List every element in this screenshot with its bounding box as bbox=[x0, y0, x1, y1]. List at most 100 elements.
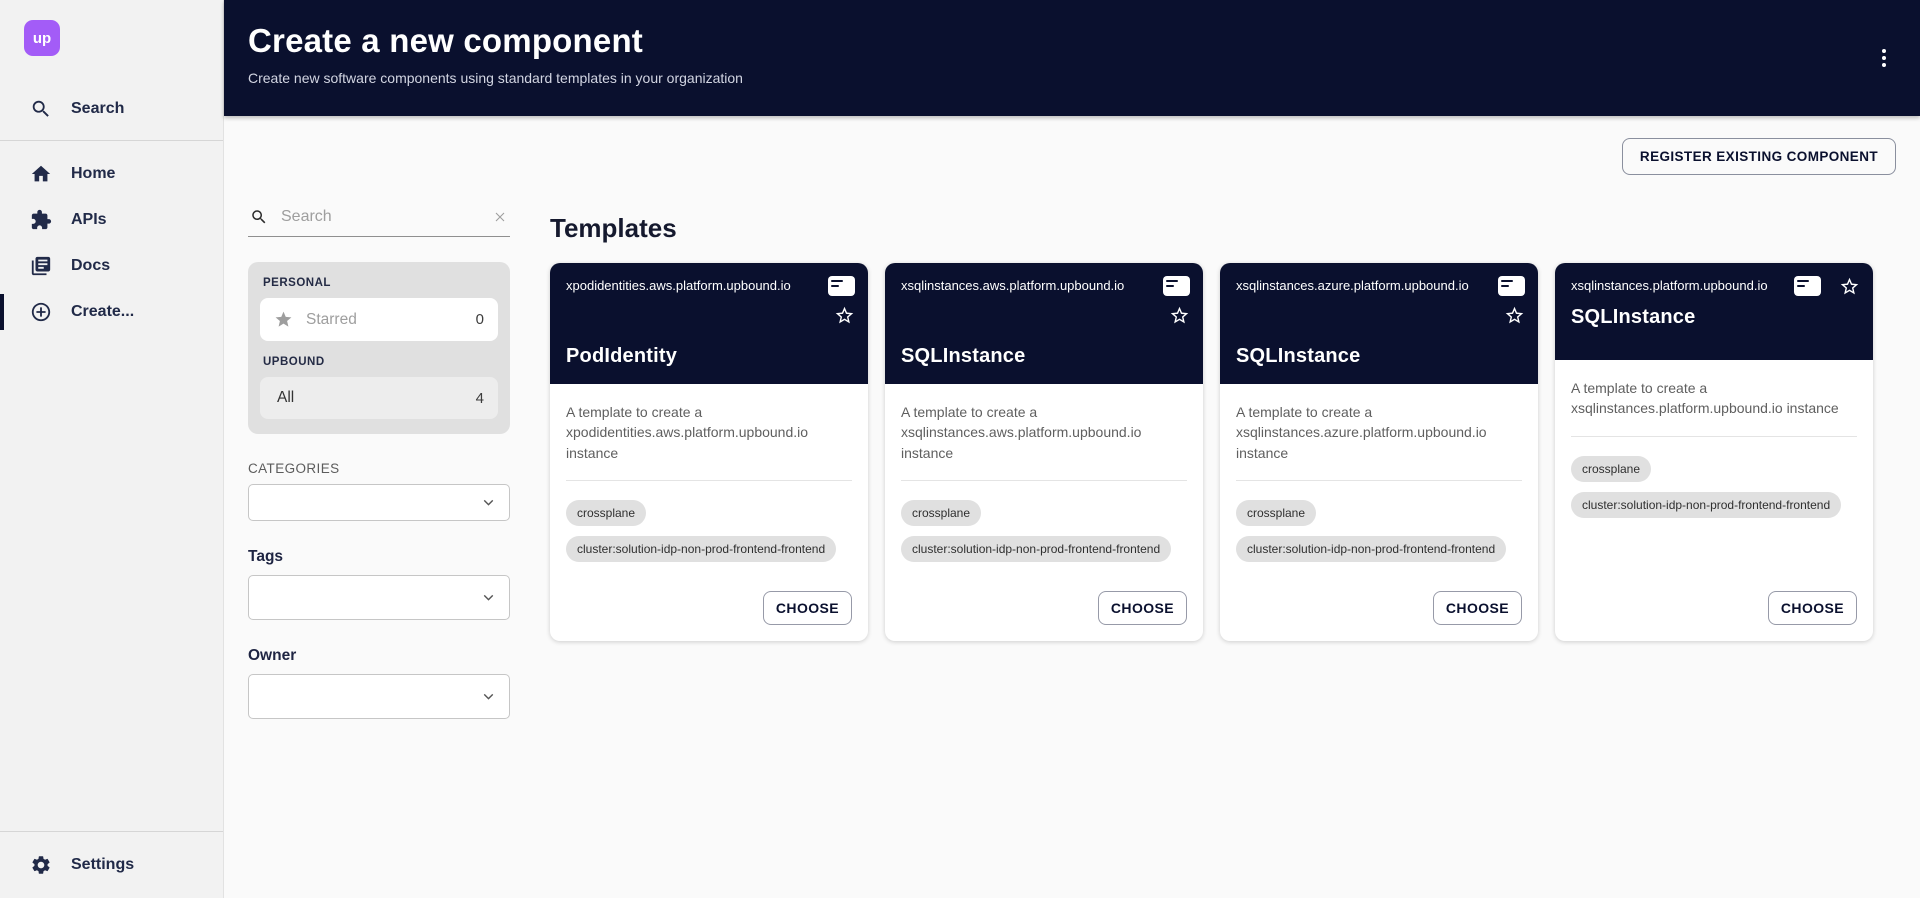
tag-chip: cluster:solution-idp-non-prod-frontend-f… bbox=[901, 536, 1171, 562]
sidebar: up Search Home APIs Docs Create... Setti… bbox=[0, 0, 224, 898]
sidebar-item-label: Home bbox=[71, 165, 115, 183]
card-divider bbox=[566, 480, 852, 481]
template-search-field bbox=[248, 207, 510, 237]
template-card-title: SQLInstance bbox=[1236, 345, 1522, 368]
ownership-filter-panel: PERSONAL Starred 0 UPBOUND All 4 bbox=[248, 262, 510, 434]
star-outline-icon[interactable] bbox=[1169, 305, 1190, 326]
search-icon bbox=[30, 98, 52, 120]
sidebar-item-label: APIs bbox=[71, 211, 107, 229]
sidebar-item-docs[interactable]: Docs bbox=[0, 243, 223, 289]
card-divider bbox=[901, 480, 1187, 481]
template-card-header: xsqlinstances.platform.upbound.io SQLIns… bbox=[1555, 263, 1873, 360]
tags-label: Tags bbox=[248, 548, 510, 566]
owner-select[interactable] bbox=[248, 674, 510, 719]
categories-label: CATEGORIES bbox=[248, 461, 510, 476]
template-card-type: xsqlinstances.aws.platform.upbound.io bbox=[901, 278, 1187, 295]
search-input[interactable] bbox=[279, 207, 492, 227]
template-card-body: A template to create a xsqlinstances.aws… bbox=[885, 384, 1203, 641]
template-card-header: xsqlinstances.azure.platform.upbound.io … bbox=[1220, 263, 1538, 384]
filter-sidebar: PERSONAL Starred 0 UPBOUND All 4 CATEGOR… bbox=[248, 207, 510, 719]
template-card-description: A template to create a xpodidentities.aw… bbox=[566, 402, 852, 463]
template-card-title: PodIdentity bbox=[566, 345, 852, 368]
template-card-body: A template to create a xpodidentities.aw… bbox=[550, 384, 868, 641]
template-card-type: xpodidentities.aws.platform.upbound.io bbox=[566, 278, 852, 295]
template-card-title: SQLInstance bbox=[901, 345, 1187, 368]
sidebar-footer: Settings bbox=[0, 823, 223, 888]
star-outline-icon[interactable] bbox=[834, 305, 855, 326]
owner-filter-group: Owner bbox=[248, 647, 510, 719]
choose-row: CHOOSE bbox=[1571, 591, 1857, 625]
star-outline-icon[interactable] bbox=[1504, 305, 1525, 326]
tag-chip: cluster:solution-idp-non-prod-frontend-f… bbox=[1236, 536, 1506, 562]
template-card-sqlinstance: xsqlinstances.platform.upbound.io SQLIns… bbox=[1555, 263, 1873, 641]
sidebar-item-apis[interactable]: APIs bbox=[0, 197, 223, 243]
gear-icon bbox=[30, 854, 52, 876]
choose-button[interactable]: CHOOSE bbox=[1098, 591, 1187, 625]
upbound-logo[interactable]: up bbox=[24, 20, 60, 56]
filter-starred-label: Starred bbox=[306, 311, 476, 329]
filter-all-label: All bbox=[277, 389, 476, 407]
template-card-podidentity: xpodidentities.aws.platform.upbound.io P… bbox=[550, 263, 868, 641]
template-card-description: A template to create a xsqlinstances.aws… bbox=[901, 402, 1187, 463]
actions-row: REGISTER EXISTING COMPONENT bbox=[248, 138, 1896, 175]
choose-row: CHOOSE bbox=[1236, 591, 1522, 625]
sidebar-spacer bbox=[0, 335, 223, 823]
card-divider bbox=[1571, 436, 1857, 437]
sidebar-item-home[interactable]: Home bbox=[0, 151, 223, 197]
owner-label: Owner bbox=[248, 647, 510, 665]
template-icon bbox=[1163, 276, 1190, 296]
choose-button[interactable]: CHOOSE bbox=[1433, 591, 1522, 625]
template-card-header: xsqlinstances.aws.platform.upbound.io SQ… bbox=[885, 263, 1203, 384]
sidebar-item-label: Search bbox=[71, 100, 124, 118]
star-icon bbox=[274, 310, 293, 329]
logo-text: up bbox=[33, 30, 51, 47]
template-card-sqlinstance-aws: xsqlinstances.aws.platform.upbound.io SQ… bbox=[885, 263, 1203, 641]
body-row: PERSONAL Starred 0 UPBOUND All 4 CATEGOR… bbox=[248, 207, 1896, 719]
sidebar-divider bbox=[0, 140, 223, 141]
page-content: REGISTER EXISTING COMPONENT PERSONAL Sta… bbox=[224, 116, 1920, 898]
tag-chip: crossplane bbox=[566, 500, 646, 526]
tag-chip: crossplane bbox=[1236, 500, 1316, 526]
template-card-title: SQLInstance bbox=[1571, 306, 1857, 329]
home-icon bbox=[30, 163, 52, 185]
tags-select[interactable] bbox=[248, 575, 510, 620]
choose-button[interactable]: CHOOSE bbox=[763, 591, 852, 625]
filter-starred[interactable]: Starred 0 bbox=[260, 298, 498, 341]
template-card-description: A template to create a xsqlinstances.azu… bbox=[1236, 402, 1522, 463]
categories-select[interactable] bbox=[248, 484, 510, 521]
template-icon bbox=[828, 276, 855, 296]
sidebar-divider bbox=[0, 831, 223, 832]
template-card-type: xsqlinstances.azure.platform.upbound.io bbox=[1236, 278, 1522, 295]
tag-chip: crossplane bbox=[901, 500, 981, 526]
page-title: Create a new component bbox=[248, 22, 1896, 60]
template-card-sqlinstance-azure: xsqlinstances.azure.platform.upbound.io … bbox=[1220, 263, 1538, 641]
templates-heading: Templates bbox=[550, 213, 1896, 244]
filter-all-count: 4 bbox=[476, 390, 484, 407]
docs-icon bbox=[30, 255, 52, 277]
categories-filter-group: CATEGORIES bbox=[248, 461, 510, 521]
choose-button[interactable]: CHOOSE bbox=[1768, 591, 1857, 625]
main-area: Create a new component Create new softwa… bbox=[224, 0, 1920, 898]
page-header: Create a new component Create new softwa… bbox=[224, 0, 1920, 116]
kebab-menu-icon[interactable] bbox=[1874, 44, 1894, 72]
sidebar-item-create[interactable]: Create... bbox=[0, 289, 223, 335]
register-existing-component-button[interactable]: REGISTER EXISTING COMPONENT bbox=[1622, 138, 1896, 175]
tag-chip: cluster:solution-idp-non-prod-frontend-f… bbox=[566, 536, 836, 562]
sidebar-item-label: Docs bbox=[71, 257, 110, 275]
template-card-description: A template to create a xsqlinstances.pla… bbox=[1571, 378, 1857, 419]
template-card-body: A template to create a xsqlinstances.pla… bbox=[1555, 360, 1873, 641]
puzzle-icon bbox=[30, 209, 52, 231]
tag-chip: crossplane bbox=[1571, 456, 1651, 482]
filter-starred-count: 0 bbox=[476, 311, 484, 328]
chevron-down-icon bbox=[480, 494, 497, 511]
tags-filter-group: Tags bbox=[248, 548, 510, 620]
chevron-down-icon bbox=[480, 589, 497, 606]
sidebar-item-search[interactable]: Search bbox=[0, 86, 223, 132]
template-icon bbox=[1498, 276, 1525, 296]
sidebar-item-settings[interactable]: Settings bbox=[0, 842, 223, 888]
clear-search-icon[interactable] bbox=[492, 209, 508, 225]
star-outline-icon[interactable] bbox=[1839, 276, 1860, 297]
filter-all[interactable]: All 4 bbox=[260, 377, 498, 419]
choose-row: CHOOSE bbox=[566, 591, 852, 625]
chevron-down-icon bbox=[480, 688, 497, 705]
